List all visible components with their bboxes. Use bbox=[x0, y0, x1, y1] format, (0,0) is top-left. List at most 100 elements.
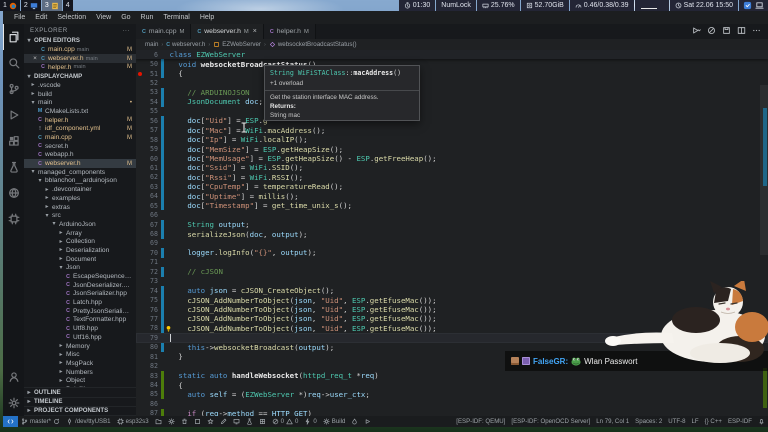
sticky-scroll-header[interactable]: 6 class EZWebServer bbox=[136, 50, 768, 60]
git-branch[interactable]: master* bbox=[18, 418, 63, 425]
tree-item[interactable]: C EscapeSequence.hpp bbox=[24, 272, 136, 281]
breadcrumb-item[interactable]: Cwebserver.h bbox=[166, 41, 205, 48]
code-line-87[interactable]: 87 if (req->method == HTTP_GET) bbox=[136, 408, 768, 416]
code-line-65[interactable]: 65 doc["Timestamp"] = get_time_unix_s(); bbox=[136, 201, 768, 211]
tree-item[interactable]: ▸ .vscode bbox=[24, 81, 136, 90]
sdk-config[interactable] bbox=[165, 418, 178, 425]
tree-item[interactable]: C Latch.hpp bbox=[24, 298, 136, 307]
menu-terminal[interactable]: Terminal bbox=[158, 14, 194, 21]
code-line-83[interactable]: 83 static auto handleWebsocket(httpd_req… bbox=[136, 370, 768, 381]
workspace-2[interactable]: 2 bbox=[20, 0, 41, 11]
tree-item[interactable]: ▸ Deserialization bbox=[24, 246, 136, 255]
code-line-67[interactable]: 67 String output; bbox=[136, 219, 768, 230]
tree-item[interactable]: ▸ Misc bbox=[24, 350, 136, 359]
sidebar-more-icon[interactable]: ··· bbox=[122, 27, 130, 34]
build-task[interactable]: Build bbox=[320, 418, 349, 425]
menu-go[interactable]: Go bbox=[116, 14, 135, 21]
code-line-60[interactable]: 60 doc["MemUsage"] = ESP.getHeapSize() -… bbox=[136, 153, 768, 164]
select-project-folder[interactable] bbox=[152, 418, 165, 425]
tree-item[interactable]: ▾ ArduinoJson bbox=[24, 220, 136, 229]
favorites[interactable] bbox=[204, 418, 217, 425]
tree-item[interactable]: ▸ examples bbox=[24, 194, 136, 203]
cursor-position[interactable]: Ln 79, Col 1 bbox=[593, 418, 632, 425]
flash-device[interactable] bbox=[348, 418, 361, 425]
activity-testing[interactable] bbox=[3, 154, 24, 180]
open-editor-item[interactable]: × Cwebserver.h main M bbox=[24, 54, 136, 63]
menu-view[interactable]: View bbox=[91, 14, 116, 21]
tooltip-overloads[interactable]: +1 overload bbox=[265, 79, 419, 88]
code-line-61[interactable]: 61 doc["Ssid"] = WiFi.SSID(); bbox=[136, 163, 768, 173]
tree-item[interactable]: ▸ Object bbox=[24, 376, 136, 385]
tree-item[interactable]: ▸ build bbox=[24, 90, 136, 99]
code-line-59[interactable]: 59 doc["MemSize"] = ESP.getHeapSize(); bbox=[136, 144, 768, 154]
activity-explorer[interactable] bbox=[2, 24, 25, 50]
action-split[interactable] bbox=[737, 26, 746, 37]
section-outline[interactable]: ▸ OUTLINE bbox=[24, 388, 136, 398]
tree-item[interactable]: ▾ src bbox=[24, 211, 136, 220]
monitor-device[interactable] bbox=[230, 418, 243, 425]
activity-run-debug[interactable] bbox=[3, 102, 24, 128]
tree-item[interactable]: M CMakeLists.txt bbox=[24, 107, 136, 116]
espidf-version[interactable]: ESP-IDF bbox=[725, 418, 755, 425]
tree-item[interactable]: Chelper.h M bbox=[24, 116, 136, 125]
problems[interactable]: 00 bbox=[269, 418, 302, 425]
tree-item[interactable]: ▸ .devcontainer bbox=[24, 185, 136, 194]
code-line-57[interactable]: 57 doc["Mac"] = WiFi.macAddress(); bbox=[136, 125, 768, 135]
notifications[interactable] bbox=[755, 418, 768, 425]
code-line-56[interactable]: 56 doc["Uid"] = ESP.g bbox=[136, 116, 768, 126]
action-error[interactable] bbox=[707, 26, 716, 37]
tree-item[interactable]: C Utf16.hpp bbox=[24, 333, 136, 342]
tree-item[interactable]: C Utf8.hpp bbox=[24, 324, 136, 333]
tree-item[interactable]: CPrettyJsonSerializer.hpp bbox=[24, 307, 136, 316]
tab-helper.h[interactable]: Chelper.h M bbox=[263, 24, 316, 39]
code-line-84[interactable]: 84 { bbox=[136, 380, 768, 390]
tree-item[interactable]: C JsonSerializer.hpp bbox=[24, 290, 136, 299]
workspace-3[interactable]: 3 bbox=[41, 0, 62, 11]
tree-item[interactable]: ! idf_component.yml M bbox=[24, 125, 136, 134]
close-icon[interactable]: × bbox=[32, 55, 38, 62]
action-run-caret[interactable] bbox=[692, 26, 701, 37]
code-line-52[interactable]: 52 bbox=[136, 78, 768, 87]
tree-item[interactable]: Cmain.cpp M bbox=[24, 133, 136, 142]
code-line-53[interactable]: 53 // ARDUINOJSON bbox=[136, 87, 768, 98]
code-line-66[interactable]: 66 bbox=[136, 210, 768, 219]
breakpoint-icon[interactable] bbox=[138, 71, 142, 76]
breadcrumb-item[interactable]: EZWebServer bbox=[213, 41, 261, 48]
code-line-86[interactable]: 86 bbox=[136, 399, 768, 408]
tree-item[interactable]: C TextFormatter.hpp bbox=[24, 316, 136, 325]
code-line-85[interactable]: 85 auto self = (EZWebServer *)req->user_… bbox=[136, 389, 768, 400]
edit[interactable] bbox=[217, 418, 230, 425]
tree-item[interactable]: C JsonDeserializer.hpp bbox=[24, 281, 136, 290]
tab-main.cpp[interactable]: Cmain.cpp M bbox=[136, 24, 192, 39]
open-editor-item[interactable]: Chelper.h main M bbox=[24, 63, 136, 72]
tree-item[interactable]: ▾ Json bbox=[24, 264, 136, 273]
activity-esp-idf[interactable] bbox=[3, 206, 24, 232]
espidf-openocd[interactable]: [ESP-IDF: OpenOCD Server] bbox=[508, 418, 593, 425]
tree-item[interactable]: Cwebserver.h M bbox=[24, 159, 136, 168]
menu-help[interactable]: Help bbox=[195, 14, 219, 21]
activity-settings[interactable] bbox=[3, 390, 24, 416]
indentation[interactable]: Spaces: 2 bbox=[632, 418, 665, 425]
workspace-section-header[interactable]: ▾ DISPLAYCHAMP bbox=[24, 72, 136, 82]
remote-indicator[interactable] bbox=[3, 416, 18, 427]
code-line-63[interactable]: 63 doc["CpuTemp"] = temperatureRead(); bbox=[136, 182, 768, 192]
code-line-55[interactable]: 55 bbox=[136, 107, 768, 116]
tree-item[interactable]: ▾ bblanchon__arduinojson bbox=[24, 177, 136, 186]
activity-search[interactable] bbox=[3, 50, 24, 76]
espidf-qemu[interactable]: [ESP-IDF: QEMU] bbox=[453, 418, 508, 425]
tree-item[interactable]: ▸ Array bbox=[24, 229, 136, 238]
section-timeline[interactable]: ▸ TIMELINE bbox=[24, 398, 136, 407]
open-editor-item[interactable]: Cmain.cpp main M bbox=[24, 46, 136, 55]
tree-item[interactable]: Csecret.h bbox=[24, 142, 136, 151]
code-line-50[interactable]: 50 void websocketBroadcastStatus() bbox=[136, 59, 768, 69]
action-more[interactable] bbox=[752, 26, 761, 37]
components[interactable] bbox=[256, 418, 269, 425]
code-line-51[interactable]: 51 { bbox=[136, 68, 768, 79]
code-line-64[interactable]: 64 doc["Uptime"] = millis(); bbox=[136, 191, 768, 201]
menu-selection[interactable]: Selection bbox=[52, 14, 91, 21]
code-line-58[interactable]: 58 doc["Ip"] = WiFi.localIP(); bbox=[136, 134, 768, 145]
code-line-62[interactable]: 62 doc["Rssi"] = WiFi.RSSI(); bbox=[136, 172, 768, 183]
action-save[interactable] bbox=[722, 26, 731, 37]
activity-extensions[interactable] bbox=[3, 128, 24, 154]
tree-item[interactable]: ▸ Numbers bbox=[24, 368, 136, 377]
